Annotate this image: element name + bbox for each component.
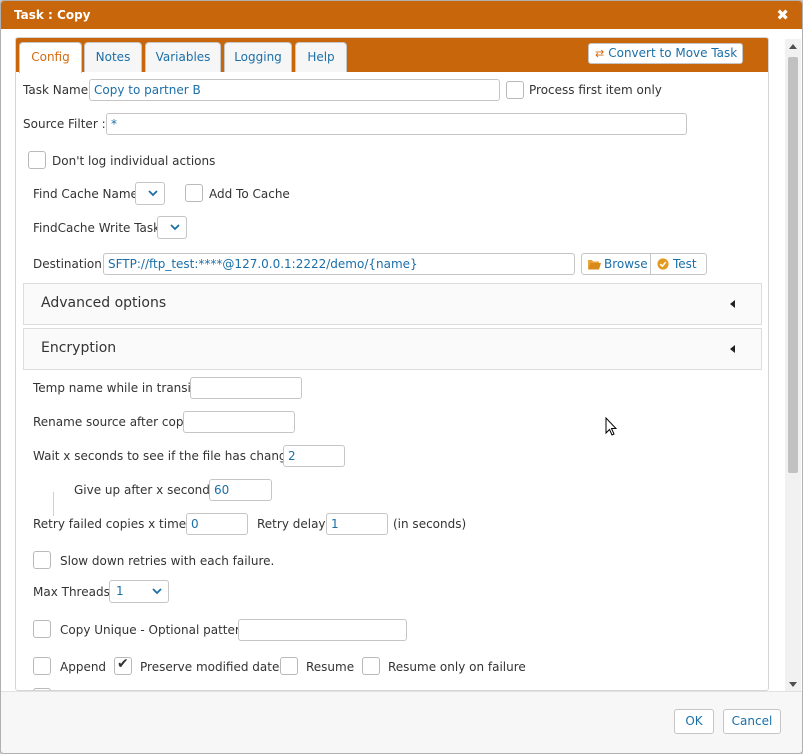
copy-unique-label: Copy Unique - Optional pattern: <box>60 623 252 637</box>
browse-button[interactable]: Browse <box>581 253 651 275</box>
task-dialog: Task : Copy ✖ Config Notes Variables Log… <box>0 0 803 754</box>
check-circle-icon <box>657 258 669 270</box>
chevron-down-icon <box>170 224 180 231</box>
dialog-titlebar[interactable]: Task : Copy ✖ <box>1 1 802 29</box>
advanced-options-title: Advanced options <box>41 295 167 311</box>
copy-unique-pattern-input[interactable] <box>238 619 407 641</box>
collapse-caret-icon <box>730 300 735 308</box>
max-threads-select[interactable]: 1 <box>109 580 169 603</box>
find-cache-label: Find Cache Name: <box>33 187 142 201</box>
findcache-write-select[interactable] <box>157 216 187 239</box>
arrows-exchange-icon: ⇄ <box>595 47 605 60</box>
rename-source-input[interactable] <box>183 411 295 433</box>
close-icon[interactable]: ✖ <box>776 1 789 29</box>
dialog-footer: OK Cancel <box>1 691 802 753</box>
tab-help[interactable]: Help <box>295 42 347 72</box>
vertical-scrollbar[interactable] <box>785 39 801 691</box>
add-to-cache-checkbox[interactable] <box>185 184 203 202</box>
encryption-panel[interactable]: Encryption <box>23 328 762 370</box>
tab-notes[interactable]: Notes <box>84 42 142 72</box>
source-filter-input[interactable]: * <box>106 113 687 135</box>
chevron-down-icon <box>148 190 158 197</box>
convert-to-move-task-button[interactable]: ⇄ Convert to Move Task <box>588 43 743 64</box>
test-label: Test <box>673 257 697 271</box>
retry-delay-label: Retry delay: <box>257 517 329 531</box>
resume-checkbox[interactable] <box>280 657 298 675</box>
tab-config[interactable]: Config <box>19 42 82 73</box>
tab-variables[interactable]: Variables <box>145 42 221 72</box>
chevron-down-icon <box>152 588 162 595</box>
copy-unique-checkbox[interactable] <box>33 620 51 638</box>
process-first-label: Process first item only <box>529 83 662 97</box>
temp-name-label: Temp name while in transit: <box>33 381 200 395</box>
add-to-cache-label: Add To Cache <box>209 187 290 201</box>
resume-on-failure-checkbox[interactable] <box>362 657 380 675</box>
dialog-content: Config Notes Variables Logging Help ⇄ Con… <box>1 29 802 691</box>
give-up-input[interactable]: 60 <box>209 479 272 501</box>
config-scroll-area: Config Notes Variables Logging Help ⇄ Con… <box>15 37 769 691</box>
folder-open-icon <box>588 260 601 270</box>
append-label: Append <box>60 660 107 674</box>
process-first-checkbox[interactable] <box>506 81 524 99</box>
resume-label: Resume <box>306 660 355 674</box>
preserve-modified-checkbox[interactable]: ✔ <box>114 656 132 675</box>
advanced-options-panel[interactable]: Advanced options <box>23 283 762 325</box>
findcache-write-label: FindCache Write Task: <box>33 221 165 235</box>
scroll-down-arrow-icon[interactable] <box>789 682 797 687</box>
destination-input[interactable]: SFTP://ftp_test:****@127.0.0.1:2222/demo… <box>103 253 575 275</box>
mouse-pointer-icon <box>605 417 617 436</box>
give-up-label: Give up after x seconds: <box>74 483 221 497</box>
retry-failed-input[interactable]: 0 <box>186 513 248 535</box>
temp-name-input[interactable] <box>190 377 302 399</box>
convert-button-label: Convert to Move Task <box>608 46 738 60</box>
test-button[interactable]: Test <box>650 253 707 275</box>
retry-delay-input[interactable]: 1 <box>326 513 388 535</box>
indent-divider <box>53 492 54 516</box>
resume-on-failure-label: Resume only on failure <box>388 660 526 674</box>
dialog-title: Task : Copy <box>14 8 91 22</box>
collapse-caret-icon <box>730 345 735 353</box>
tab-logging[interactable]: Logging <box>224 42 292 72</box>
cancel-button[interactable]: Cancel <box>723 709 781 734</box>
encryption-title: Encryption <box>41 340 117 356</box>
dont-log-checkbox[interactable] <box>28 151 46 169</box>
ok-button[interactable]: OK <box>674 709 714 734</box>
rename-source-label: Rename source after copy: <box>33 415 194 429</box>
wait-seconds-label: Wait x seconds to see if the file has ch… <box>33 449 306 463</box>
append-checkbox[interactable] <box>33 657 51 675</box>
scroll-up-arrow-icon[interactable] <box>789 44 797 49</box>
max-threads-value: 1 <box>116 584 124 598</box>
scrollbar-thumb[interactable] <box>788 57 798 473</box>
dont-log-label: Don't log individual actions <box>52 154 216 168</box>
max-threads-label: Max Threads: <box>33 585 114 599</box>
preserve-modified-label: Preserve modified date <box>140 660 280 674</box>
retry-failed-label: Retry failed copies x times: <box>33 517 197 531</box>
checkmark-icon: ✔ <box>117 656 129 672</box>
slow-down-checkbox[interactable] <box>33 551 51 569</box>
retry-delay-suffix: (in seconds) <box>393 517 467 531</box>
tab-bar: Config Notes Variables Logging Help ⇄ Con… <box>16 38 768 73</box>
find-cache-select[interactable] <box>135 182 165 205</box>
slow-down-label: Slow down retries with each failure. <box>60 554 275 568</box>
task-name-input[interactable]: Copy to partner B <box>89 79 500 101</box>
browse-label: Browse <box>604 257 648 271</box>
destination-label: Destination: <box>33 257 106 271</box>
wait-seconds-input[interactable]: 2 <box>283 445 345 467</box>
source-filter-label: Source Filter : <box>23 117 106 131</box>
task-name-label: Task Name: <box>23 83 93 97</box>
